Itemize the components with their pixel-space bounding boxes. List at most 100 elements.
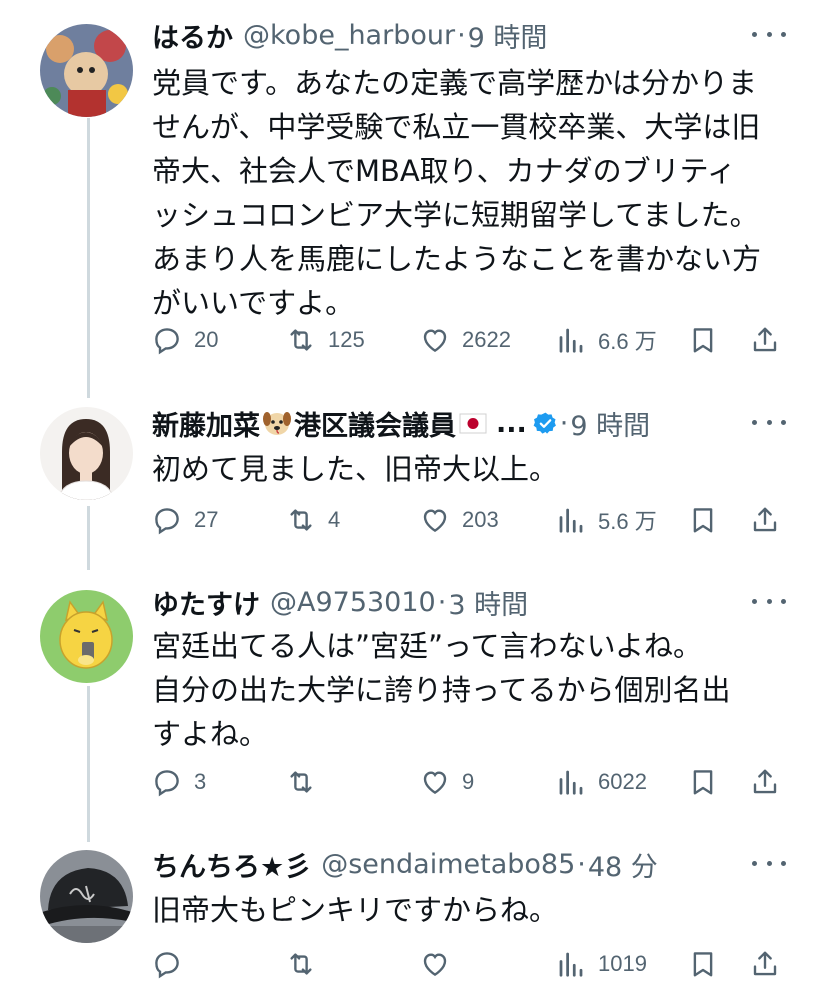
display-name[interactable]: ゆたすけ <box>152 583 260 622</box>
bookmark-button[interactable] <box>688 500 718 540</box>
display-name[interactable]: 新藤加菜 <box>152 404 260 443</box>
display-name[interactable]: はるか <box>152 16 233 55</box>
views-count: 5.6 万 <box>598 509 657 534</box>
avatar[interactable] <box>40 590 133 683</box>
tweet-text: 宮廷出てる人は”宮廷”って言わないよね。 自分の出た大学に誇り持ってるから個別名… <box>152 624 792 756</box>
tweet-text: 党員です。あなたの定義で高学歴かは分かりま せんが、中学受験で私立一貫校卒業、大… <box>152 61 792 325</box>
reply-button[interactable]: 20 <box>152 320 218 360</box>
views-count: 6022 <box>598 769 647 794</box>
tweet-text-line: がいいですよ。 <box>152 286 355 320</box>
views-button[interactable]: 6022 <box>556 762 647 802</box>
views-icon <box>559 952 583 977</box>
share-button[interactable] <box>750 762 780 802</box>
verified-badge-icon <box>533 412 556 434</box>
tweet[interactable]: 新藤加菜 港区議会議員 ... · 9 時間 初めて見ました、旧帝大以上。 27… <box>0 403 828 543</box>
timestamp[interactable]: 48 分 <box>588 845 658 884</box>
timestamp[interactable]: 9 時間 <box>468 16 548 55</box>
repost-button[interactable] <box>286 944 328 984</box>
views-button[interactable]: 5.6 万 <box>556 500 657 540</box>
share-button[interactable] <box>750 320 780 360</box>
like-icon <box>423 509 447 533</box>
tweet[interactable]: ゆたすけ @A9753010 · 3 時間 宮廷出てる人は”宮廷”って言わないよ… <box>0 582 828 807</box>
repost-button[interactable]: 4 <box>286 500 340 540</box>
display-name-suffix[interactable]: 港区議会議員 <box>294 404 456 443</box>
separator-dot: · <box>559 407 569 439</box>
share-button[interactable] <box>750 500 780 540</box>
like-icon <box>423 771 447 795</box>
action-bar: 20 125 2622 6.6 万 <box>152 320 792 360</box>
repost-button[interactable]: 125 <box>286 320 365 360</box>
reply-button[interactable]: 3 <box>152 762 206 802</box>
bookmark-button[interactable] <box>688 320 718 360</box>
avatar[interactable] <box>40 850 133 943</box>
more-icon[interactable] <box>752 594 786 608</box>
avatar[interactable] <box>40 24 133 117</box>
views-button[interactable]: 6.6 万 <box>556 320 657 360</box>
views-icon <box>559 770 583 795</box>
timestamp[interactable]: 3 時間 <box>448 583 528 622</box>
share-icon <box>753 769 777 794</box>
tweet-text-line: 宮廷出てる人は”宮廷”って言わないよね。 <box>152 629 703 663</box>
bookmark-icon <box>693 508 713 533</box>
name-truncation: ... <box>496 407 527 439</box>
tweet-text: 旧帝大もピンキリですからね。 <box>152 888 792 932</box>
tweet-text-line: ッシュコロンビア大学に短期留学してました。 <box>152 198 759 232</box>
share-button[interactable] <box>750 944 780 984</box>
display-name[interactable]: ちんちろ★彡 <box>152 845 311 884</box>
tweet-header: ちんちろ★彡 @sendaimetabo85 · 48 分 <box>152 844 658 884</box>
user-handle[interactable]: @sendaimetabo85 <box>321 849 575 880</box>
more-icon[interactable] <box>752 415 786 429</box>
tweet-text-line: すよね。 <box>152 717 269 751</box>
reply-count: 20 <box>194 327 219 352</box>
timestamp[interactable]: 9 時間 <box>570 404 650 443</box>
bookmark-icon <box>693 952 713 977</box>
tweet-text-line: せんが、中学受験で私立一貫校卒業、大学は旧 <box>152 110 761 144</box>
reply-feed: はるか @kobe_harbour · 9 時間 党員です。あなたの定義で高学歴… <box>0 0 828 1001</box>
repost-icon <box>290 509 312 531</box>
views-button[interactable]: 1019 <box>556 944 647 984</box>
reply-icon <box>155 770 179 797</box>
like-button[interactable]: 2622 <box>420 320 511 360</box>
user-handle[interactable]: @A9753010 <box>270 587 436 618</box>
reply-count: 3 <box>194 769 207 794</box>
reply-icon <box>155 508 179 535</box>
views-count: 6.6 万 <box>598 329 657 354</box>
japan-flag-emoji <box>459 413 487 434</box>
repost-count: 4 <box>328 507 341 532</box>
like-count: 203 <box>462 507 499 532</box>
share-icon <box>753 507 777 532</box>
reply-icon <box>155 328 179 355</box>
tweet-text: 初めて見ました、旧帝大以上。 <box>152 447 792 491</box>
like-button[interactable]: 203 <box>420 500 499 540</box>
separator-dot: · <box>437 586 447 618</box>
tweet-text-line: 自分の出た大学に誇り持ってるから個別名出 <box>152 673 731 707</box>
repost-icon <box>290 329 312 351</box>
more-icon[interactable] <box>752 27 786 41</box>
action-bar: 1019 <box>152 944 792 984</box>
reply-button[interactable] <box>152 944 194 984</box>
bookmark-button[interactable] <box>688 762 718 802</box>
tweet-text-line: 旧帝大もピンキリですからね。 <box>152 893 559 927</box>
bookmark-button[interactable] <box>688 944 718 984</box>
tweet-text-line: 初めて見ました、旧帝大以上。 <box>152 452 559 486</box>
like-count: 9 <box>462 769 475 794</box>
views-count: 1019 <box>598 951 647 976</box>
tweet[interactable]: ちんちろ★彡 @sendaimetabo85 · 48 分 旧帝大もピンキリです… <box>0 844 828 994</box>
like-button[interactable]: 9 <box>420 762 474 802</box>
views-icon <box>559 508 583 533</box>
avatar[interactable] <box>40 407 133 500</box>
views-icon <box>559 328 583 353</box>
user-handle[interactable]: @kobe_harbour <box>243 20 455 51</box>
reply-count: 27 <box>194 507 219 532</box>
like-button[interactable] <box>420 944 462 984</box>
dog-face-emoji <box>263 412 291 435</box>
reply-button[interactable]: 27 <box>152 500 218 540</box>
tweet-header: 新藤加菜 港区議会議員 ... · 9 時間 <box>152 403 650 443</box>
repost-count: 125 <box>328 327 365 352</box>
tweet[interactable]: はるか @kobe_harbour · 9 時間 党員です。あなたの定義で高学歴… <box>0 15 828 365</box>
more-icon[interactable] <box>752 856 786 870</box>
like-count: 2622 <box>462 327 511 352</box>
like-icon <box>423 953 447 977</box>
share-icon <box>753 951 777 976</box>
repost-button[interactable] <box>286 762 328 802</box>
